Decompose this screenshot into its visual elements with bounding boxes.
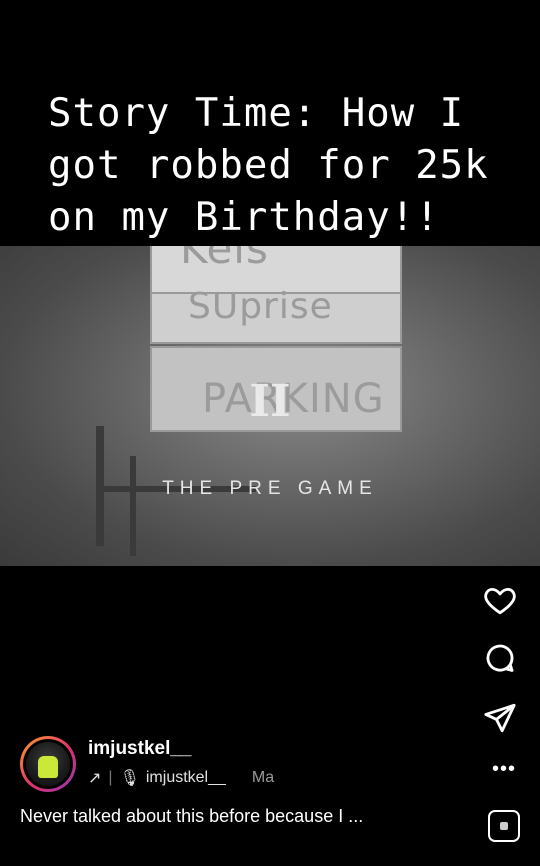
divider: |	[108, 769, 113, 786]
caption-text: Story Time: How I got robbed for 25k on …	[48, 91, 489, 240]
post-description[interactable]: Never talked about this before because I…	[20, 806, 363, 827]
microphone-icon: 🎙	[119, 770, 140, 787]
arrow-up-right-icon: ↗	[88, 770, 102, 787]
audio-username[interactable]: imjustkel__	[146, 769, 226, 787]
sign-line-2: SUprise	[188, 286, 333, 327]
audio-thumbnail[interactable]	[488, 810, 520, 842]
comment-button[interactable]	[480, 638, 520, 678]
comment-icon	[486, 644, 514, 672]
audio-cover-icon	[500, 822, 508, 830]
audio-track-clip[interactable]: Ma	[252, 769, 286, 787]
video-numeral: II	[249, 376, 291, 427]
heart-icon	[484, 587, 516, 615]
avatar[interactable]	[20, 736, 76, 792]
video-subtitle: THE PRE GAME	[162, 478, 378, 499]
sign-line-1: Kels	[180, 246, 269, 273]
post-meta: ↗ | 🎙 imjustkel__ Ma	[88, 768, 286, 788]
video-frame[interactable]: Kels SUprise PARKING II THE PRE GAME	[0, 246, 540, 566]
more-icon[interactable]: •••	[492, 758, 516, 781]
send-icon	[484, 703, 516, 733]
username[interactable]: imjustkel__	[88, 738, 192, 760]
like-button[interactable]	[480, 580, 520, 620]
share-button[interactable]	[480, 698, 520, 738]
